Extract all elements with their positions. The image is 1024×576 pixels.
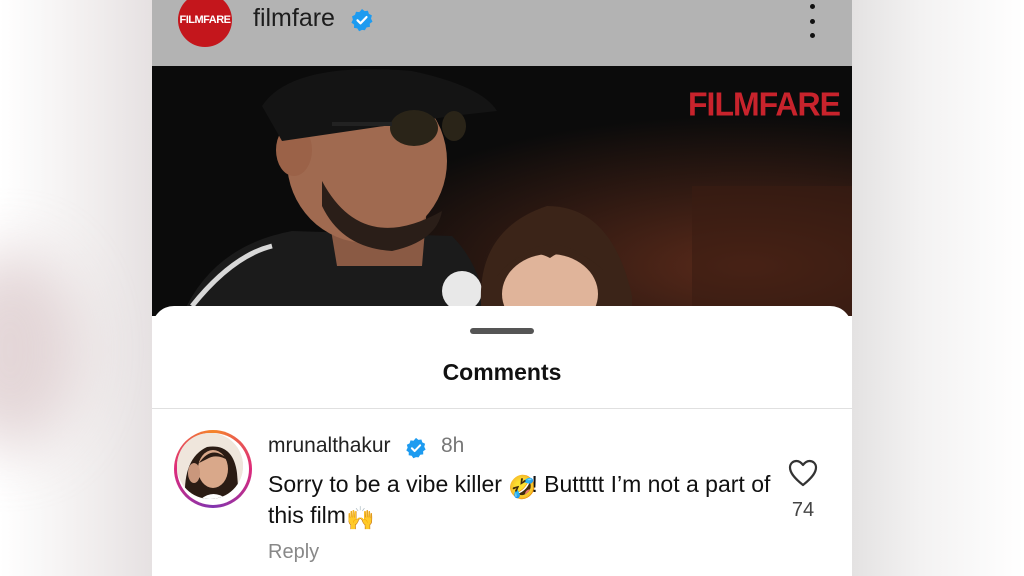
comments-sheet: Comments mrunalthakur 8h Sorry to be a v… bbox=[152, 306, 852, 576]
rolling-laughing-emoji: 🤣 bbox=[508, 474, 537, 500]
comment-timestamp: 8h bbox=[441, 434, 465, 457]
avatar-logo-text: FILMFARE bbox=[179, 14, 232, 26]
reply-button[interactable]: Reply bbox=[268, 541, 319, 564]
photo-watermark: FILMFARE bbox=[688, 85, 841, 123]
phone-screen: FILMFARE filmfare FILMFARE Comments mrun… bbox=[152, 0, 852, 576]
comments-title: Comments bbox=[442, 359, 562, 385]
account-avatar[interactable]: FILMFARE bbox=[178, 0, 232, 47]
verified-badge-icon bbox=[406, 437, 426, 459]
comment-text: Sorry to be a vibe killer 🤣! Buttttt I’m… bbox=[268, 469, 778, 531]
blurred-background-left bbox=[0, 0, 152, 576]
raised-hands-emoji: 🙌 bbox=[345, 505, 375, 531]
post-header: FILMFARE filmfare bbox=[152, 0, 852, 66]
commenter-avatar[interactable] bbox=[174, 430, 252, 508]
drag-handle[interactable] bbox=[470, 328, 534, 334]
account-name[interactable]: filmfare bbox=[253, 4, 335, 33]
more-options-icon[interactable] bbox=[802, 4, 822, 38]
verified-badge-icon bbox=[351, 9, 373, 32]
heart-icon[interactable] bbox=[788, 459, 818, 487]
like-count: 74 bbox=[791, 499, 815, 521]
divider bbox=[152, 408, 852, 409]
post-photo[interactable]: FILMFARE bbox=[152, 66, 852, 316]
commenter-photo bbox=[177, 433, 243, 499]
blurred-background-right bbox=[852, 0, 1024, 576]
comment-text-part1: Sorry to be a vibe killer bbox=[268, 471, 509, 497]
comment-username[interactable]: mrunalthakur bbox=[268, 434, 391, 458]
